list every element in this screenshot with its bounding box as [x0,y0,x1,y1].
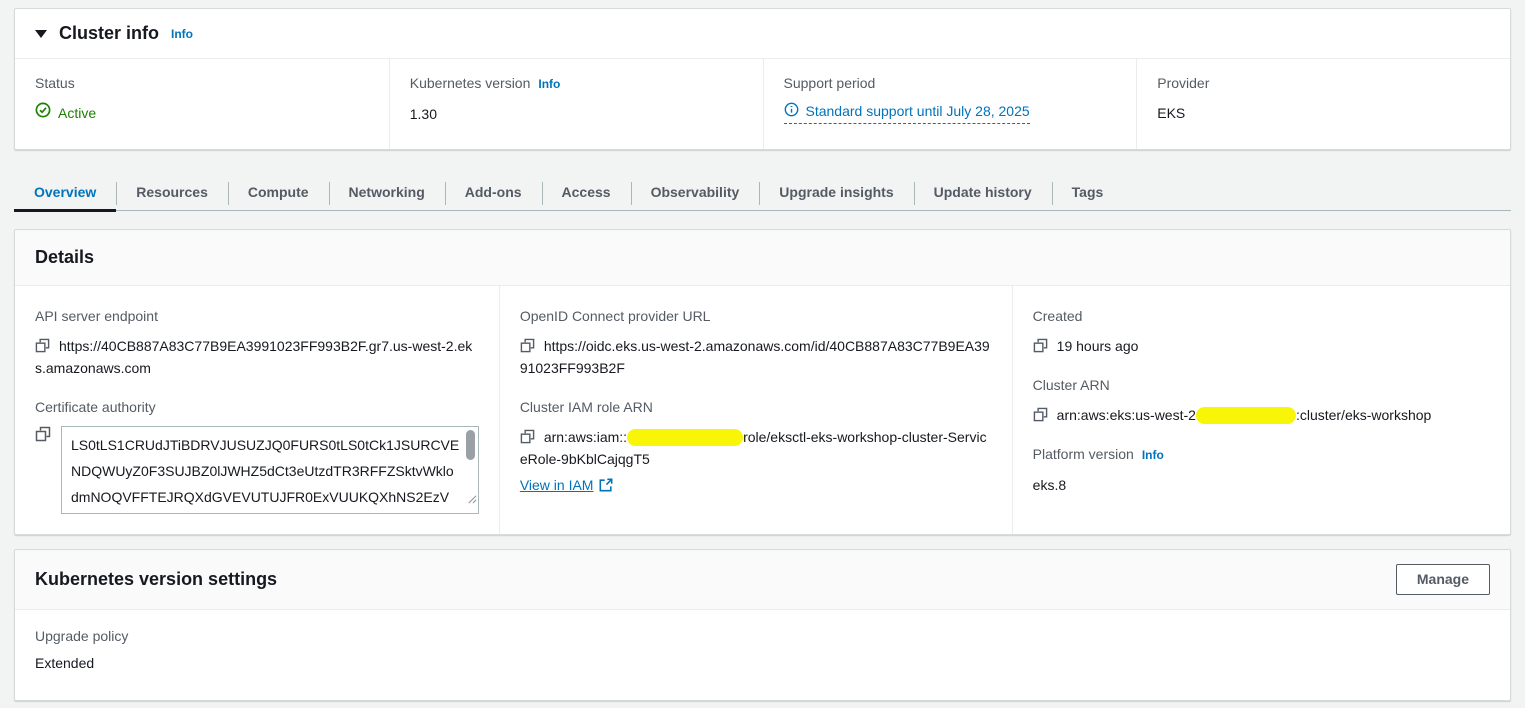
tab-add-ons[interactable]: Add-ons [445,174,542,210]
details-header: Details [15,230,1510,286]
resize-handle-icon[interactable] [466,486,477,512]
copy-icon[interactable] [35,335,50,357]
scrollbar-thumb[interactable] [466,430,475,460]
cluster-arn-value: arn:aws:eks:us-west-2 :cluster/eks-worksh… [1033,404,1490,426]
details-card: Details API server endpoint https://40CB… [14,229,1511,535]
openid-url-label: OpenID Connect provider URL [520,306,992,326]
tab-overview[interactable]: Overview [14,174,116,210]
cluster-iam-role-arn-prefix: arn:aws:iam:: [544,429,627,445]
platform-version-value: eks.8 [1033,474,1490,496]
upgrade-policy-label: Upgrade policy [35,626,1490,646]
view-in-iam-link-text: View in IAM [520,474,594,496]
certificate-authority-row: LS0tLS1CRUdJTiBDRVJUSUZJQ0FURS0tLS0tCk1J… [35,426,479,514]
cluster-arn-label: Cluster ARN [1033,375,1490,395]
tab-access[interactable]: Access [542,174,631,210]
cluster-iam-role-arn-value: arn:aws:iam::role/eksctl-eks-workshop-cl… [520,426,992,470]
info-circle-icon [784,102,799,120]
status-value: Active [35,102,96,124]
copy-icon[interactable] [35,426,51,443]
status-label: Status [35,73,369,93]
api-server-endpoint-label: API server endpoint [35,306,479,326]
status-text: Active [58,102,96,124]
support-period-link[interactable]: Standard support until July 28, 2025 [784,102,1030,124]
created-label: Created [1033,306,1490,326]
kubernetes-version-settings-title: Kubernetes version settings [35,569,277,590]
openid-url-text: https://oidc.eks.us-west-2.amazonaws.com… [520,338,990,376]
kubernetes-version-label: Kubernetes version [410,73,531,93]
upgrade-policy-value: Extended [35,652,1490,674]
details-grid: API server endpoint https://40CB887A83C7… [15,286,1510,534]
check-circle-icon [35,102,51,124]
copy-icon[interactable] [1033,404,1048,426]
copy-icon[interactable] [520,335,535,357]
certificate-authority-textarea[interactable]: LS0tLS1CRUdJTiBDRVJUSUZJQ0FURS0tLS0tCk1J… [61,426,479,514]
api-server-endpoint-value: https://40CB887A83C77B9EA3991023FF993B2F… [35,335,479,379]
cluster-iam-role-arn-field: Cluster IAM role ARN arn:aws:iam::role/e… [520,397,992,496]
kubernetes-version-label-row: Kubernetes version Info [410,73,743,94]
copy-icon[interactable] [1033,335,1048,357]
tab-update-history[interactable]: Update history [914,174,1052,210]
page: Cluster info Info Status Active Kubernet… [0,0,1525,701]
tab-observability[interactable]: Observability [631,174,760,210]
platform-version-info-link[interactable]: Info [1142,445,1164,465]
tab-upgrade-insights[interactable]: Upgrade insights [759,174,913,210]
kubernetes-version-settings-body: Upgrade policy Extended [15,610,1510,700]
certificate-authority-field: Certificate authority LS0tLS1CRUdJTiBDRV… [35,397,479,514]
api-server-endpoint-field: API server endpoint https://40CB887A83C7… [35,306,479,379]
api-server-endpoint-text: https://40CB887A83C77B9EA3991023FF993B2F… [35,338,472,376]
external-link-icon [599,474,613,496]
cluster-info-summary: Status Active Kubernetes version Info 1.… [15,58,1510,149]
openid-url-field: OpenID Connect provider URL https://oidc… [520,306,992,379]
cluster-arn-prefix: arn:aws:eks:us-west-2 [1057,407,1196,423]
support-period-label: Support period [784,73,1117,93]
created-field: Created 19 hours ago [1033,306,1490,357]
details-title: Details [35,247,94,267]
provider-cell: Provider EKS [1136,59,1510,149]
manage-button[interactable]: Manage [1396,564,1490,595]
kubernetes-version-cell: Kubernetes version Info 1.30 [389,59,763,149]
collapse-triangle-icon[interactable] [35,30,47,38]
tab-networking[interactable]: Networking [329,174,445,210]
kubernetes-version-value: 1.30 [410,103,743,125]
details-column-3: Created 19 hours ago Cluster ARN arn:aws… [1012,286,1510,534]
openid-url-value: https://oidc.eks.us-west-2.amazonaws.com… [520,335,992,379]
cluster-info-card: Cluster info Info Status Active Kubernet… [14,8,1511,150]
cluster-arn-suffix: :cluster/eks-workshop [1296,407,1431,423]
account-id-redaction [1196,407,1296,424]
cluster-info-title: Cluster info [59,23,159,44]
tab-tags[interactable]: Tags [1052,174,1124,210]
kubernetes-version-settings-header: Kubernetes version settings Manage [15,550,1510,610]
platform-version-label-row: Platform version Info [1033,444,1490,465]
status-cell: Status Active [15,59,389,149]
details-column-2: OpenID Connect provider URL https://oidc… [499,286,1012,534]
platform-version-label: Platform version [1033,444,1134,464]
copy-icon[interactable] [520,426,535,448]
details-column-1: API server endpoint https://40CB887A83C7… [15,286,499,534]
cluster-info-info-link[interactable]: Info [171,27,193,41]
kubernetes-version-settings-card: Kubernetes version settings Manage Upgra… [14,549,1511,701]
kubernetes-version-info-link[interactable]: Info [538,74,560,94]
tab-resources[interactable]: Resources [116,174,228,210]
support-period-link-text: Standard support until July 28, 2025 [806,103,1030,119]
tab-compute[interactable]: Compute [228,174,329,210]
certificate-authority-text: LS0tLS1CRUdJTiBDRVJUSUZJQ0FURS0tLS0tCk1J… [71,437,459,514]
provider-value: EKS [1157,102,1490,124]
cluster-arn-field: Cluster ARN arn:aws:eks:us-west-2 :cluste… [1033,375,1490,426]
platform-version-field: Platform version Info eks.8 [1033,444,1490,496]
support-period-cell: Support period Standard support until Ju… [763,59,1137,149]
view-in-iam-link[interactable]: View in IAM [520,474,614,496]
cluster-tabs: Overview Resources Compute Networking Ad… [14,174,1511,211]
created-value: 19 hours ago [1033,335,1490,357]
account-id-redaction [627,429,743,446]
created-text: 19 hours ago [1057,338,1139,354]
cluster-info-header: Cluster info Info [15,9,1510,58]
certificate-authority-label: Certificate authority [35,397,479,417]
cluster-iam-role-arn-label: Cluster IAM role ARN [520,397,992,417]
provider-label: Provider [1157,73,1490,93]
